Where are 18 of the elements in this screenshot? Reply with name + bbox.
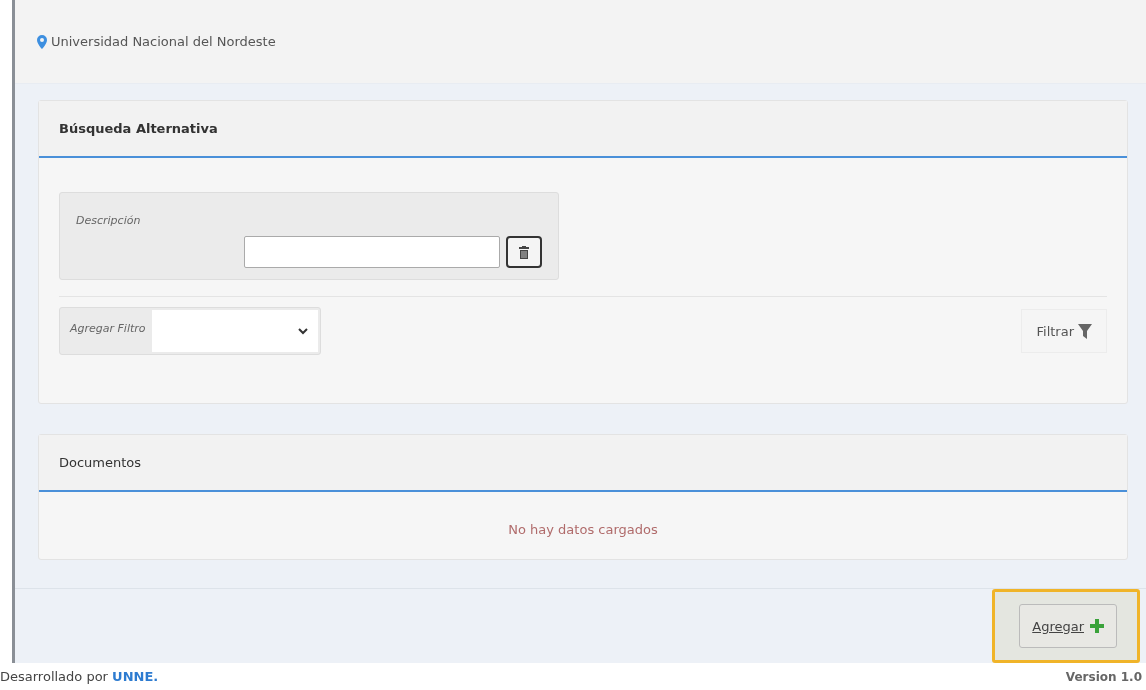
clear-button[interactable] — [506, 236, 542, 268]
field-label: Descripción — [76, 214, 141, 227]
filter-button[interactable]: Filtrar — [1021, 309, 1107, 353]
description-field[interactable] — [244, 236, 500, 268]
location-pin-icon — [37, 34, 47, 49]
chevron-down-icon — [297, 327, 308, 335]
trash-icon — [519, 245, 529, 259]
credit-link[interactable]: UNNE. — [112, 669, 159, 684]
empty-message: No hay datos cargados — [508, 522, 658, 537]
credit-text: Desarrollado por UNNE. — [0, 669, 159, 684]
field-label: Agregar Filtro — [68, 321, 147, 337]
panel-title: Documentos — [59, 455, 142, 470]
breadcrumb: Universidad Nacional del Nordeste — [51, 34, 276, 49]
plus-icon — [1090, 619, 1104, 633]
version-text: Version 1.0 — [1065, 669, 1142, 684]
filter-icon — [1078, 323, 1092, 339]
panel-title: Búsqueda Alternativa — [59, 121, 218, 136]
add-button[interactable]: Agregar — [1019, 604, 1117, 648]
